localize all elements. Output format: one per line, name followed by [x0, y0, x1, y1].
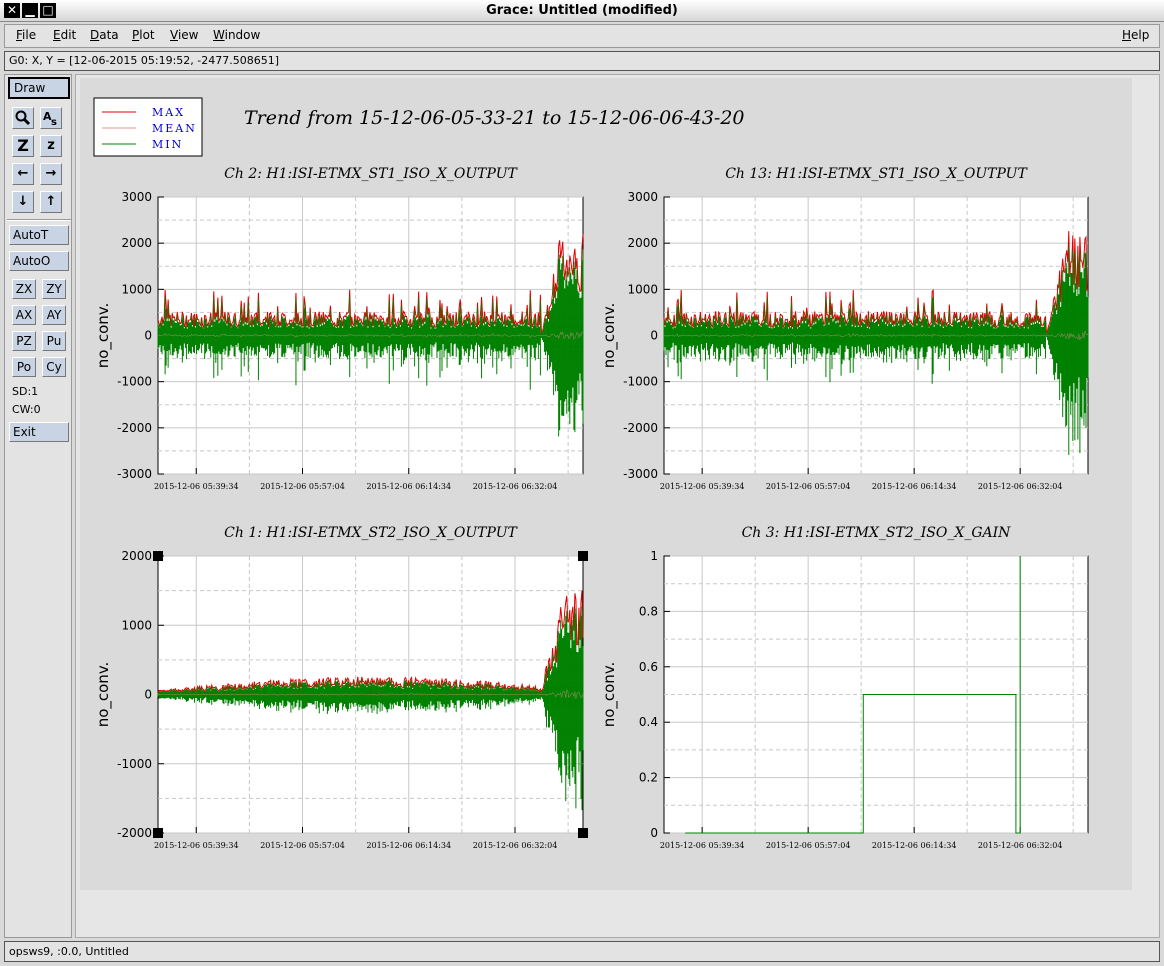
zy-button[interactable]: ZY [42, 279, 66, 299]
menu-help[interactable]: Help [1122, 28, 1149, 42]
x-tick-label: 2015-12-06 06:32:04 [473, 841, 558, 850]
x-tick-label: 2015-12-06 06:32:04 [473, 482, 558, 491]
selection-handle[interactable] [153, 828, 163, 838]
legend-mean: MEAN [152, 122, 197, 135]
chart-title: Ch 3: H1:ISI-ETMX_ST2_ISO_X_GAIN [742, 525, 1012, 541]
x-tick-label: 2015-12-06 06:32:04 [978, 841, 1063, 850]
y-tick-label: -2000 [117, 826, 152, 840]
zx-button[interactable]: ZX [12, 279, 36, 299]
arrow-up-icon[interactable]: ↑ [40, 191, 62, 213]
menu-data[interactable]: Data [90, 28, 119, 42]
cw-label: CW:0 [12, 403, 41, 416]
plot-canvas[interactable]: MAX MEAN MIN Trend from 15-12-06-05-33-2… [80, 78, 1132, 890]
y-tick-label: 0 [144, 329, 152, 343]
ay-button[interactable]: AY [42, 305, 66, 325]
pz-button[interactable]: PZ [12, 331, 36, 351]
draw-button[interactable]: Draw [8, 77, 70, 99]
menu-view[interactable]: View [170, 28, 198, 42]
legend-max: MAX [152, 106, 185, 119]
ax-button[interactable]: AX [12, 305, 36, 325]
arrow-left-icon[interactable]: ← [12, 163, 34, 185]
y-tick-label: -3000 [117, 467, 152, 481]
autot-button[interactable]: AutoT [9, 225, 69, 245]
y-axis-label: no_conv. [94, 662, 113, 728]
y-tick-label: 2000 [121, 549, 152, 563]
locator-bar: G0: X, Y = [12-06-2015 05:19:52, -2477.5… [4, 51, 1160, 71]
x-tick-label: 2015-12-06 06:14:34 [872, 841, 957, 850]
separator [7, 219, 71, 221]
menu-window[interactable]: Window [213, 28, 260, 42]
y-tick-label: 0.4 [639, 715, 658, 729]
legend-min: MIN [152, 138, 183, 151]
svg-text:s: s [51, 117, 57, 128]
autoo-button[interactable]: AutoO [9, 251, 69, 271]
y-tick-label: 2000 [627, 236, 658, 250]
menu-edit[interactable]: Edit [53, 28, 76, 42]
y-tick-label: 1000 [627, 282, 658, 296]
y-tick-label: 1000 [121, 282, 152, 296]
y-axis-label: no_conv. [94, 303, 113, 369]
status-bar: opsws9, :0.0, Untitled [4, 941, 1160, 962]
y-tick-label: 1 [650, 549, 658, 563]
x-tick-label: 2015-12-06 05:57:04 [766, 841, 851, 850]
y-axis-label: no_conv. [600, 662, 619, 728]
x-tick-label: 2015-12-06 06:14:34 [366, 482, 451, 491]
pu-button[interactable]: Pu [42, 331, 66, 351]
x-tick-label: 2015-12-06 05:57:04 [260, 482, 345, 491]
chart-title: Ch 1: H1:ISI-ETMX_ST2_ISO_X_OUTPUT [224, 525, 518, 541]
chart-title: Ch 13: H1:ISI-ETMX_ST1_ISO_X_OUTPUT [725, 166, 1028, 182]
window-title: Grace: Untitled (modified) [486, 3, 678, 18]
y-tick-label: 0 [144, 688, 152, 702]
y-tick-label: -2000 [623, 421, 658, 435]
menu-plot[interactable]: Plot [132, 28, 155, 42]
tool-panel: Draw As Z z ← → ↓ ↑ AutoT AutoO ZX ZY AX… [4, 74, 72, 938]
x-tick-label: 2015-12-06 05:39:34 [660, 841, 745, 850]
selection-handle[interactable] [153, 551, 163, 561]
arrow-right-icon[interactable]: → [40, 163, 62, 185]
zoom-z-small-icon[interactable]: z [40, 135, 62, 157]
legend[interactable]: MAX MEAN MIN [93, 97, 203, 157]
y-tick-label: 0 [650, 329, 658, 343]
y-tick-label: 0.6 [639, 660, 658, 674]
cy-button[interactable]: Cy [42, 357, 66, 377]
y-tick-label: 3000 [627, 190, 658, 204]
page-title: Trend from 15-12-06-05-33-21 to 15-12-06… [244, 107, 745, 129]
y-tick-label: 0.2 [639, 771, 658, 785]
y-tick-label: 2000 [121, 236, 152, 250]
y-tick-label: -2000 [117, 421, 152, 435]
sd-label: SD:1 [12, 385, 39, 398]
menu-file[interactable]: File [16, 28, 36, 42]
x-tick-label: 2015-12-06 05:39:34 [154, 482, 239, 491]
y-tick-label: 1000 [121, 618, 152, 632]
text-icon[interactable]: As [40, 107, 62, 129]
y-tick-label: -3000 [623, 467, 658, 481]
zoom-z-icon[interactable]: Z [12, 135, 34, 157]
po-button[interactable]: Po [12, 357, 36, 377]
graph-page[interactable]: MAX MEAN MIN Trend from 15-12-06-05-33-2… [80, 78, 1132, 890]
x-tick-label: 2015-12-06 05:39:34 [660, 482, 745, 491]
y-tick-label: -1000 [117, 757, 152, 771]
exit-button[interactable]: Exit [9, 422, 69, 442]
y-tick-label: 0 [650, 826, 658, 840]
x-tick-label: 2015-12-06 05:57:04 [260, 841, 345, 850]
x-tick-label: 2015-12-06 06:32:04 [978, 482, 1063, 491]
x-tick-label: 2015-12-06 05:57:04 [766, 482, 851, 491]
y-tick-label: 3000 [121, 190, 152, 204]
y-tick-label: 0.8 [639, 604, 658, 618]
selection-handle[interactable] [578, 828, 588, 838]
chart-title: Ch 2: H1:ISI-ETMX_ST1_ISO_X_OUTPUT [224, 166, 518, 182]
selection-handle[interactable] [578, 551, 588, 561]
y-axis-label: no_conv. [600, 303, 619, 369]
x-tick-label: 2015-12-06 06:14:34 [366, 841, 451, 850]
y-tick-label: -1000 [117, 375, 152, 389]
arrow-down-icon[interactable]: ↓ [12, 191, 34, 213]
menu-bar: File Edit Data Plot View Window Help [4, 24, 1160, 48]
x-tick-label: 2015-12-06 06:14:34 [872, 482, 957, 491]
title-bar: ✕ ▁ □ Grace: Untitled (modified) [0, 0, 1164, 22]
y-tick-label: -1000 [623, 375, 658, 389]
x-tick-label: 2015-12-06 05:39:34 [154, 841, 239, 850]
zoom-icon[interactable] [12, 107, 34, 129]
